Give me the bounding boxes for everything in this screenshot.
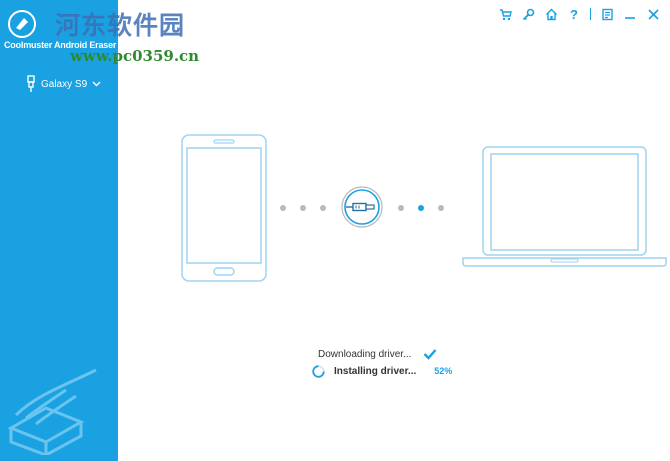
status-install-label: Installing driver... bbox=[334, 365, 417, 377]
cart-button[interactable] bbox=[498, 7, 512, 21]
app-logo bbox=[8, 10, 36, 38]
close-icon bbox=[647, 8, 659, 20]
checkmark-icon bbox=[424, 349, 437, 360]
phone-illustration bbox=[181, 134, 267, 282]
status-download-label: Downloading driver... bbox=[318, 348, 412, 360]
key-icon bbox=[522, 8, 534, 20]
minimize-icon bbox=[625, 17, 635, 19]
spinner-icon bbox=[312, 364, 325, 378]
chevron-down-icon bbox=[92, 81, 101, 87]
home-button[interactable] bbox=[544, 7, 558, 21]
minimize-button[interactable] bbox=[623, 7, 637, 21]
status-install: Installing driver... 52% bbox=[312, 363, 452, 379]
home-icon bbox=[545, 8, 557, 20]
sidebar: Coolmuster Android Eraser Galaxy S9 bbox=[0, 0, 118, 461]
progress-dot bbox=[300, 205, 306, 211]
status-download: Downloading driver... bbox=[318, 346, 437, 362]
close-button[interactable] bbox=[646, 7, 660, 21]
help-icon: ? bbox=[570, 6, 578, 22]
progress-dot bbox=[398, 205, 404, 211]
device-name: Galaxy S9 bbox=[41, 78, 88, 90]
progress-dot bbox=[438, 205, 444, 211]
title-toolbar: ? bbox=[498, 6, 660, 22]
usb-plug-icon bbox=[27, 75, 35, 92]
help-button[interactable]: ? bbox=[567, 6, 581, 22]
progress-percent: 52% bbox=[434, 366, 453, 376]
feedback-icon bbox=[601, 8, 613, 20]
cart-icon bbox=[499, 8, 512, 20]
eraser-illustration bbox=[7, 368, 97, 455]
feedback-button[interactable] bbox=[600, 7, 614, 21]
progress-dot bbox=[280, 205, 286, 211]
watermark-text: 河东软件园 bbox=[55, 11, 186, 40]
device-selector[interactable]: Galaxy S9 bbox=[26, 74, 101, 94]
progress-dot bbox=[320, 205, 326, 211]
usb-cable-icon bbox=[341, 186, 383, 228]
register-button[interactable] bbox=[521, 7, 535, 21]
computer-illustration bbox=[462, 146, 667, 267]
toolbar-divider bbox=[590, 8, 591, 20]
watermark-url: www.pc0359.cn bbox=[70, 47, 200, 65]
progress-dot-active bbox=[418, 205, 424, 211]
